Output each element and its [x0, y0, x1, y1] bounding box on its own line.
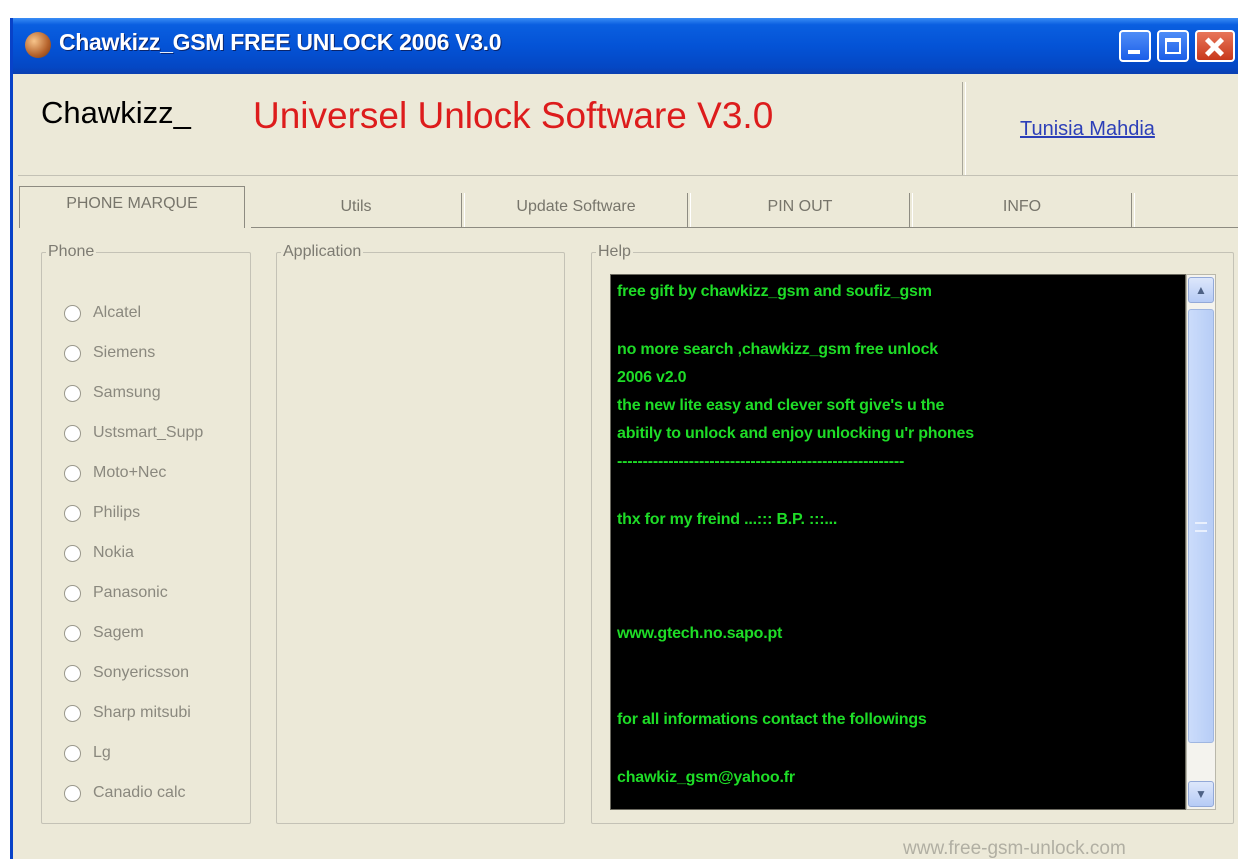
radio-alcatel[interactable]: Alcatel	[64, 298, 141, 328]
help-group: Help free gift by chawkizz_gsm and soufi…	[591, 244, 1234, 824]
tab-label: Utils	[340, 198, 372, 215]
footer-watermark: www.free-gsm-unlock.com	[903, 838, 1126, 859]
radio-sonyericsson[interactable]: Sonyericsson	[64, 658, 189, 688]
radio-label: Siemens	[93, 344, 156, 361]
radio-panasonic[interactable]: Panasonic	[64, 578, 168, 608]
help-line: free gift by chawkizz_gsm and soufiz_gsm	[617, 283, 932, 300]
application-group: Application	[276, 244, 565, 824]
radio-button[interactable]	[64, 544, 81, 562]
scroll-up-button[interactable]: ▲	[1188, 277, 1214, 303]
radio-label: Panasonic	[93, 584, 168, 601]
radio-label: Alcatel	[93, 304, 142, 321]
radio-label: Sagem	[93, 624, 144, 641]
radio-sharp-mitsubi[interactable]: Sharp mitsubi	[64, 698, 191, 728]
phone-group-legend: Phone	[48, 243, 95, 260]
radio-button[interactable]	[64, 504, 81, 522]
maximize-button[interactable]	[1157, 30, 1189, 62]
radio-label: Sonyericsson	[93, 664, 190, 681]
radio-button[interactable]	[64, 704, 81, 722]
grip-icon	[1195, 522, 1207, 532]
help-scrollbar[interactable]: ▲ ▼	[1186, 274, 1216, 810]
close-button[interactable]	[1195, 30, 1235, 62]
radio-button[interactable]	[64, 744, 81, 762]
location-link[interactable]: Tunisia Mahdia	[1003, 82, 1233, 176]
tab-label: PIN OUT	[767, 198, 833, 215]
tab-label: Update Software	[516, 198, 636, 215]
header-divider	[962, 82, 966, 176]
help-line: ----------------------------------------…	[617, 453, 905, 470]
tab-info[interactable]: INFO	[913, 186, 1131, 228]
radio-philips[interactable]: Philips	[64, 498, 140, 528]
radio-button[interactable]	[64, 304, 81, 322]
window-title: Chawkizz_GSM FREE UNLOCK 2006 V3.0	[59, 29, 502, 55]
radio-button[interactable]	[64, 344, 81, 362]
radio-ustsmart-supp[interactable]: Ustsmart_Supp	[64, 418, 203, 448]
header-divider-line	[18, 175, 1238, 176]
help-group-legend: Help	[598, 243, 631, 260]
radio-label: Canadio calc	[93, 784, 186, 801]
radio-samsung[interactable]: Samsung	[64, 378, 161, 408]
help-line: chawkiz_gsm@yahoo.fr	[617, 769, 795, 786]
app-icon[interactable]	[25, 32, 51, 58]
radio-button[interactable]	[64, 784, 81, 802]
tabs-baseline	[251, 227, 1238, 228]
radio-label: Sharp mitsubi	[93, 704, 191, 721]
radio-label: Moto+Nec	[93, 464, 167, 481]
radio-button[interactable]	[64, 624, 81, 642]
radio-lg[interactable]: Lg	[64, 738, 111, 768]
radio-button[interactable]	[64, 584, 81, 602]
help-line: abitily to unlock and enjoy unlocking u'…	[617, 425, 974, 442]
tab-pin-out[interactable]: PIN OUT	[691, 186, 909, 228]
radio-label: Nokia	[93, 544, 134, 561]
help-text-area[interactable]: free gift by chawkizz_gsm and soufiz_gsm…	[610, 274, 1186, 810]
application-group-legend: Application	[283, 243, 362, 260]
help-line: thx for my freind ...::: B.P. :::...	[617, 511, 838, 528]
radio-button[interactable]	[64, 664, 81, 682]
radio-label: Lg	[93, 744, 111, 761]
tab-divider	[1131, 193, 1135, 228]
title-bar[interactable]: Chawkizz_GSM FREE UNLOCK 2006 V3.0	[13, 18, 1238, 74]
radio-moto-nec[interactable]: Moto+Nec	[64, 458, 166, 488]
tab-label: INFO	[1002, 198, 1042, 215]
help-line: 2006 v2.0	[617, 369, 687, 386]
help-line: www.gtech.no.sapo.pt	[617, 625, 783, 642]
tab-label: PHONE MARQUE	[66, 194, 198, 212]
help-line: for all informations contact the followi…	[617, 711, 927, 728]
radio-button[interactable]	[64, 464, 81, 482]
chevron-up-icon: ▲	[1195, 283, 1207, 297]
scroll-down-button[interactable]: ▼	[1188, 781, 1214, 807]
radio-button[interactable]	[64, 384, 81, 402]
radio-siemens[interactable]: Siemens	[64, 338, 155, 368]
tab-phone-marque[interactable]: PHONE MARQUE	[19, 186, 245, 228]
help-line: the new lite easy and clever soft give's…	[617, 397, 945, 414]
help-line: no more search ,chawkizz_gsm free unlock	[617, 341, 939, 358]
brand-name: Chawkizz_	[41, 95, 191, 130]
location-link-label[interactable]: Tunisia Mahdia	[1020, 118, 1155, 141]
chevron-down-icon: ▼	[1195, 787, 1207, 801]
tab-utils[interactable]: Utils	[251, 186, 461, 228]
radio-label: Philips	[93, 504, 141, 521]
radio-label: Ustsmart_Supp	[93, 424, 204, 441]
tab-update-software[interactable]: Update Software	[465, 186, 687, 228]
radio-label: Samsung	[93, 384, 161, 401]
scroll-thumb[interactable]	[1188, 309, 1214, 743]
software-tagline: Universel Unlock Software V3.0	[253, 95, 774, 136]
radio-button[interactable]	[64, 424, 81, 442]
radio-canadio-calc[interactable]: Canadio calc	[64, 778, 186, 808]
app-window: Chawkizz_GSM FREE UNLOCK 2006 V3.0 Chawk…	[10, 18, 1238, 859]
phone-group: Phone Alcatel Siemens Samsung Ustsmart_S…	[41, 244, 251, 824]
radio-nokia[interactable]: Nokia	[64, 538, 134, 568]
minimize-button[interactable]	[1119, 30, 1151, 62]
radio-sagem[interactable]: Sagem	[64, 618, 144, 648]
